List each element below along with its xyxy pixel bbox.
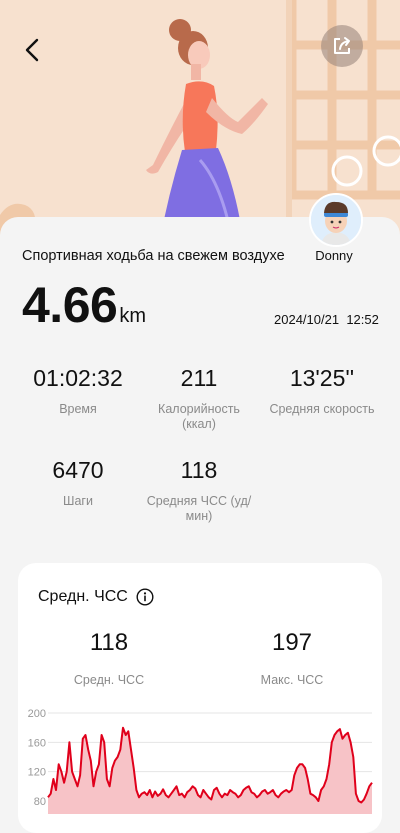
y-tick-label: 120 (28, 767, 46, 779)
y-tick-label: 80 (34, 796, 46, 808)
y-tick-label: 200 (28, 708, 46, 720)
y-tick-label: 160 (28, 737, 46, 749)
heart-rate-chart: 200 160 120 80 (28, 708, 373, 814)
